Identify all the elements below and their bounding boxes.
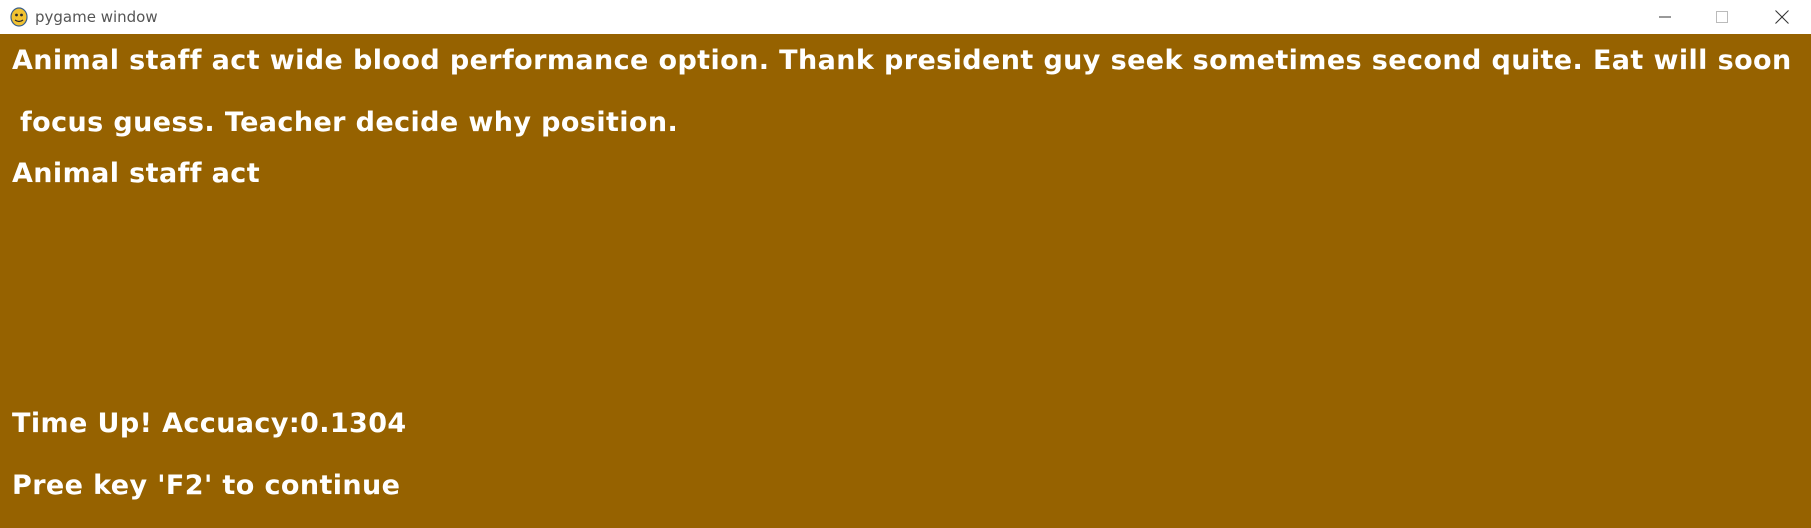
minimize-icon xyxy=(1659,16,1671,18)
minimize-button[interactable] xyxy=(1637,0,1693,34)
pygame-window: pygame window Animal staff act wide bloo… xyxy=(0,0,1811,528)
window-title: pygame window xyxy=(35,8,158,26)
close-button[interactable] xyxy=(1754,0,1810,34)
pygame-snake-icon xyxy=(10,7,28,27)
typed-text: Animal staff act xyxy=(12,158,261,189)
title-bar[interactable]: pygame window xyxy=(0,0,1811,34)
accuracy-result: Time Up! Accuacy:0.1304 xyxy=(12,408,407,439)
game-canvas[interactable]: Animal staff act wide blood performance … xyxy=(0,34,1811,528)
target-text-line-1: Animal staff act wide blood performance … xyxy=(12,45,1792,76)
maximize-icon xyxy=(1716,11,1728,23)
continue-prompt: Pree key 'F2' to continue xyxy=(12,470,401,501)
close-icon xyxy=(1775,10,1789,24)
target-text-line-2: focus guess. Teacher decide why position… xyxy=(20,107,679,138)
maximize-button[interactable] xyxy=(1694,0,1750,34)
